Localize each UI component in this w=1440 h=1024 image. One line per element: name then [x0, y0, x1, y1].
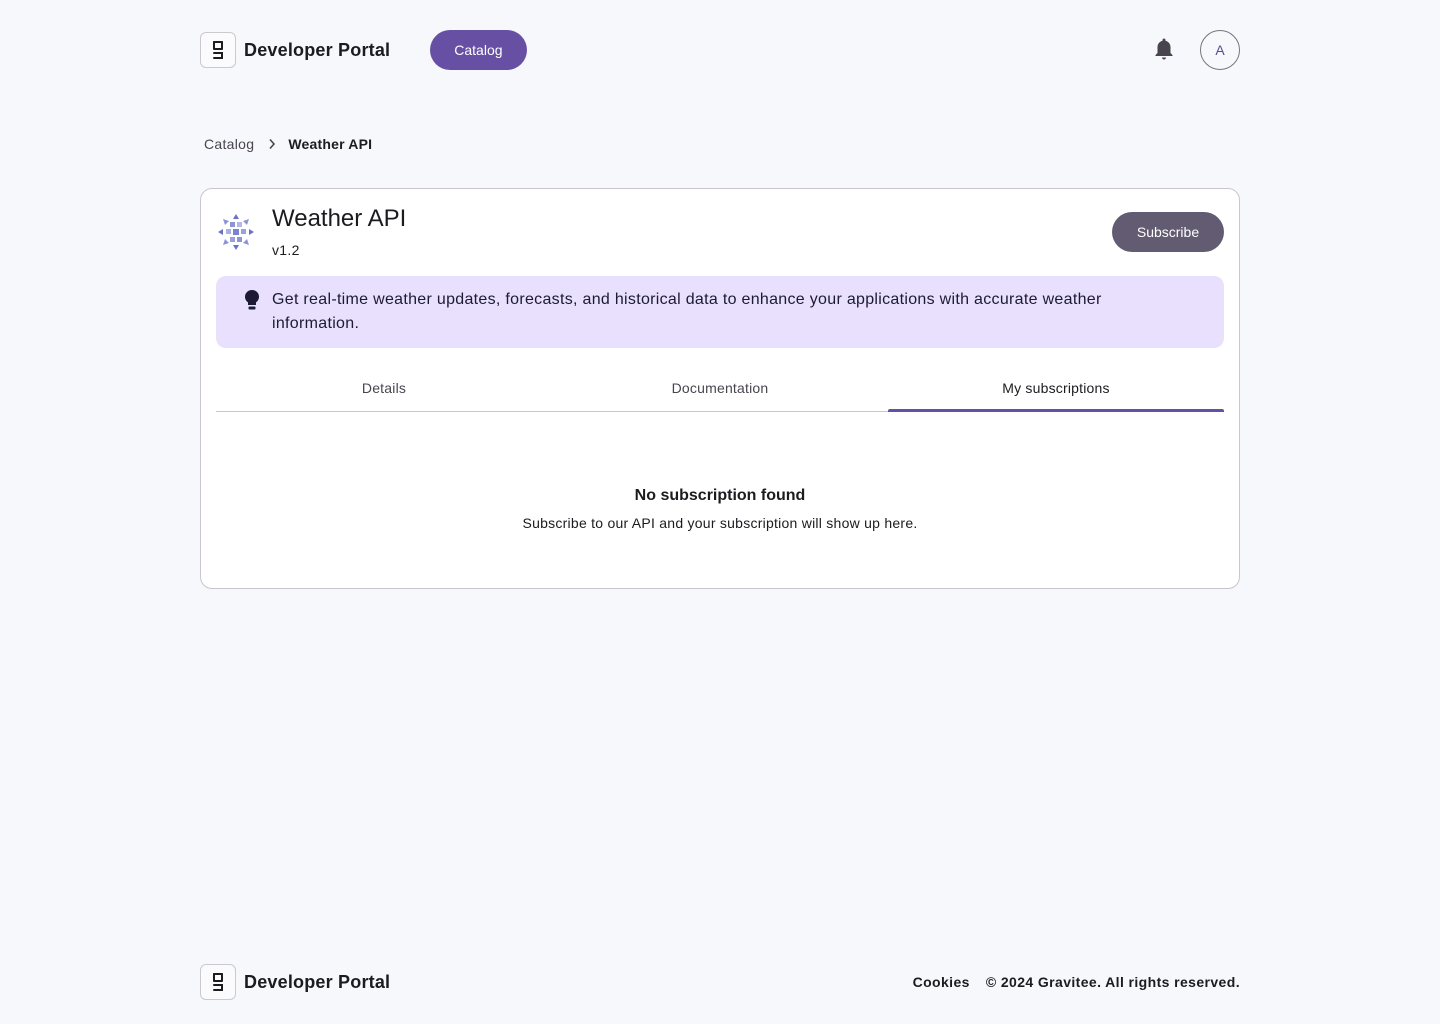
notifications-button[interactable]: [1144, 30, 1184, 70]
user-avatar-button[interactable]: A: [1200, 30, 1240, 70]
api-version: v1.2: [272, 242, 300, 258]
api-card: Weather API v1.2 Subscribe Get real-time…: [200, 188, 1240, 589]
cookies-link[interactable]: Cookies: [913, 974, 970, 990]
footer-brand[interactable]: Developer Portal: [200, 964, 390, 1000]
copyright-text: © 2024 Gravitee. All rights reserved.: [985, 974, 1240, 990]
api-tabs: Details Documentation My subscriptions: [216, 364, 1224, 412]
tab-my-subscriptions[interactable]: My subscriptions: [888, 364, 1224, 412]
breadcrumb: Catalog Weather API: [204, 134, 372, 154]
api-pattern-icon: [216, 212, 256, 252]
footer: Developer Portal Cookies © 2024 Gravitee…: [200, 964, 1240, 1000]
chevron-right-icon: [268, 138, 276, 150]
top-header: Developer Portal Catalog A: [200, 30, 1240, 70]
gravitee-logo-icon: [200, 32, 236, 68]
breadcrumb-current: Weather API: [288, 136, 373, 152]
api-description-banner: Get real-time weather updates, forecasts…: [216, 276, 1224, 348]
tab-documentation[interactable]: Documentation: [552, 364, 888, 411]
bell-icon: [1155, 38, 1173, 63]
tab-details[interactable]: Details: [216, 364, 552, 411]
subscribe-button[interactable]: Subscribe: [1112, 212, 1224, 252]
brand-name: Developer Portal: [244, 39, 391, 60]
empty-state-subtitle: Subscribe to our API and your subscripti…: [522, 515, 918, 531]
lightbulb-icon: [242, 289, 262, 311]
footer-brand-name: Developer Portal: [244, 971, 391, 992]
api-description: Get real-time weather updates, forecasts…: [272, 291, 1102, 332]
gravitee-logo-icon: [200, 964, 236, 1000]
api-title: Weather API: [272, 205, 407, 232]
empty-state-title: No subscription found: [634, 487, 806, 504]
footer-links: Cookies © 2024 Gravitee. All rights rese…: [913, 974, 1240, 990]
page: Developer Portal Catalog A Catalog Weath…: [0, 0, 1440, 1024]
nav-catalog-button[interactable]: Catalog: [430, 30, 527, 70]
header-brand[interactable]: Developer Portal: [200, 32, 390, 68]
breadcrumb-catalog-link[interactable]: Catalog: [204, 136, 254, 152]
